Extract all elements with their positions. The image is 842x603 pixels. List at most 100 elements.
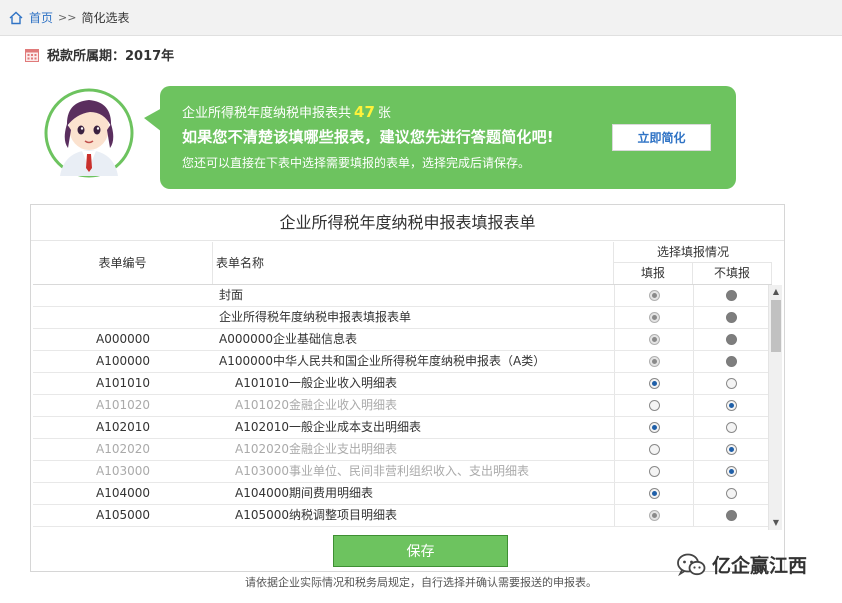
scroll-down-icon[interactable]: ▼ xyxy=(769,516,783,530)
simplify-suggestion: 如果您不清楚该填哪些报表，建议您先进行答题简化吧! xyxy=(182,128,554,146)
header-code: 表单编号 xyxy=(33,242,213,284)
row-code: A103000 xyxy=(95,464,151,478)
no-fill-radio[interactable] xyxy=(725,378,737,389)
scroll-thumb[interactable] xyxy=(771,300,781,352)
table-title: 企业所得税年度纳税申报表填报表单 xyxy=(31,205,784,241)
row-name: A102010一般企业成本支出明细表 xyxy=(235,420,422,434)
fill-cell xyxy=(614,285,693,306)
table-body: 封面 企业所得税年度纳税申报表填报表单 A000000 A000000企业基础信息表 A… xyxy=(33,285,768,530)
tax-period-label: 税款所属期：2017年 xyxy=(47,49,175,64)
fill-radio[interactable] xyxy=(648,378,660,389)
fill-radio[interactable] xyxy=(648,488,660,499)
form-count: 47 xyxy=(354,103,375,121)
no-fill-cell xyxy=(693,329,768,350)
tax-period: 税款所属期：2017年 xyxy=(24,45,174,64)
header-fill: 填报 xyxy=(614,263,693,284)
no-fill-radio[interactable] xyxy=(725,466,737,477)
breadcrumb-current: 简化选表 xyxy=(81,11,130,25)
no-fill-cell xyxy=(693,461,768,482)
row-code xyxy=(33,307,213,328)
row-name: 企业所得税年度纳税申报表填报表单 xyxy=(219,310,412,324)
scroll-up-icon[interactable]: ▲ xyxy=(769,285,783,299)
breadcrumb: 首页 >> 简化选表 xyxy=(0,0,842,36)
table-header: 表单编号 表单名称 选择填报情况 填报 不填报 xyxy=(33,242,772,285)
header-choice: 选择填报情况 xyxy=(614,242,772,263)
fill-cell xyxy=(614,329,693,350)
no-fill-cell xyxy=(693,351,768,372)
row-name: A102020金融企业支出明细表 xyxy=(235,442,398,456)
fill-cell xyxy=(614,351,693,372)
home-icon[interactable] xyxy=(8,10,24,26)
fill-radio[interactable] xyxy=(648,422,660,433)
row-name: A101020金融企业收入明细表 xyxy=(235,398,398,412)
row-code: A100000 xyxy=(95,354,151,368)
no-fill-radio[interactable] xyxy=(725,400,737,411)
no-fill-radio[interactable] xyxy=(725,444,737,455)
no-fill-cell xyxy=(693,307,768,328)
table-row: A100000 A100000中华人民共和国企业所得税年度纳税申报表（A类） xyxy=(33,351,768,373)
fill-cell xyxy=(614,417,693,438)
table-row: 封面 xyxy=(33,285,768,307)
fill-radio xyxy=(648,290,660,301)
save-button[interactable]: 保存 xyxy=(333,535,508,567)
row-name: A100000中华人民共和国企业所得税年度纳税申报表（A类） xyxy=(219,354,546,368)
no-fill-radio xyxy=(725,356,737,367)
no-fill-cell xyxy=(693,395,768,416)
fill-radio[interactable] xyxy=(648,400,660,411)
watermark: 亿企赢江西 xyxy=(676,551,807,578)
row-name: 封面 xyxy=(219,288,244,302)
row-name: A101010一般企业收入明细表 xyxy=(235,376,398,390)
row-code: A102010 xyxy=(95,420,151,434)
home-link[interactable]: 首页 xyxy=(29,9,53,26)
row-code xyxy=(33,285,213,306)
fill-cell xyxy=(614,439,693,460)
no-fill-radio[interactable] xyxy=(725,488,737,499)
row-code: A101020 xyxy=(95,398,151,412)
table-row: A101010 A101010一般企业收入明细表 xyxy=(33,373,768,395)
fill-radio xyxy=(648,510,660,521)
row-code: A101010 xyxy=(95,376,151,390)
table-row: A000000 A000000企业基础信息表 xyxy=(33,329,768,351)
table-row: A102020 A102020金融企业支出明细表 xyxy=(33,439,768,461)
row-name: A103000事业单位、民间非营利组织收入、支出明细表 xyxy=(235,464,530,478)
no-fill-radio xyxy=(725,510,737,521)
table-row: A103000 A103000事业单位、民间非营利组织收入、支出明细表 xyxy=(33,461,768,483)
watermark-text: 亿企赢江西 xyxy=(712,555,808,577)
row-code: A105000 xyxy=(95,508,151,522)
select-hint: 您还可以直接在下表中选择需要填报的表单，选择完成后请保存。 xyxy=(182,156,531,170)
no-fill-cell xyxy=(693,285,768,306)
fill-radio[interactable] xyxy=(648,444,660,455)
table-row: A105000 A105000纳税调整项目明细表 xyxy=(33,505,768,527)
fill-cell xyxy=(614,483,693,504)
row-code: A000000 xyxy=(95,332,151,346)
header-name: 表单名称 xyxy=(213,242,614,284)
no-fill-cell xyxy=(693,505,768,526)
no-fill-radio[interactable] xyxy=(725,422,737,433)
fill-cell xyxy=(614,307,693,328)
fill-radio xyxy=(648,334,660,345)
table-row: A101020 A101020金融企业收入明细表 xyxy=(33,395,768,417)
row-code: A104000 xyxy=(95,486,151,500)
tax-officer-avatar xyxy=(44,88,134,178)
bubble-tail xyxy=(144,108,162,132)
fill-cell xyxy=(614,373,693,394)
table-scrollbar[interactable]: ▲ ▼ xyxy=(768,285,782,530)
no-fill-cell xyxy=(693,373,768,394)
table-row: A102010 A102010一般企业成本支出明细表 xyxy=(33,417,768,439)
form-selection-panel: 企业所得税年度纳税申报表填报表单 表单编号 表单名称 选择填报情况 填报 不填报… xyxy=(30,204,785,572)
row-name: A000000企业基础信息表 xyxy=(219,332,358,346)
wechat-icon xyxy=(677,553,706,576)
no-fill-radio xyxy=(725,290,737,301)
fill-radio xyxy=(648,312,660,323)
fill-radio[interactable] xyxy=(648,466,660,477)
simplify-now-button[interactable]: 立即简化 xyxy=(612,124,711,151)
no-fill-cell xyxy=(693,483,768,504)
no-fill-cell xyxy=(693,439,768,460)
no-fill-radio xyxy=(725,312,737,323)
breadcrumb-separator: >> xyxy=(58,11,77,24)
form-count-text: 企业所得税年度纳税申报表共 47 张 xyxy=(182,103,391,121)
no-fill-radio xyxy=(725,334,737,345)
row-code: A102020 xyxy=(95,442,151,456)
calendar-icon xyxy=(25,48,39,62)
fill-cell xyxy=(614,395,693,416)
